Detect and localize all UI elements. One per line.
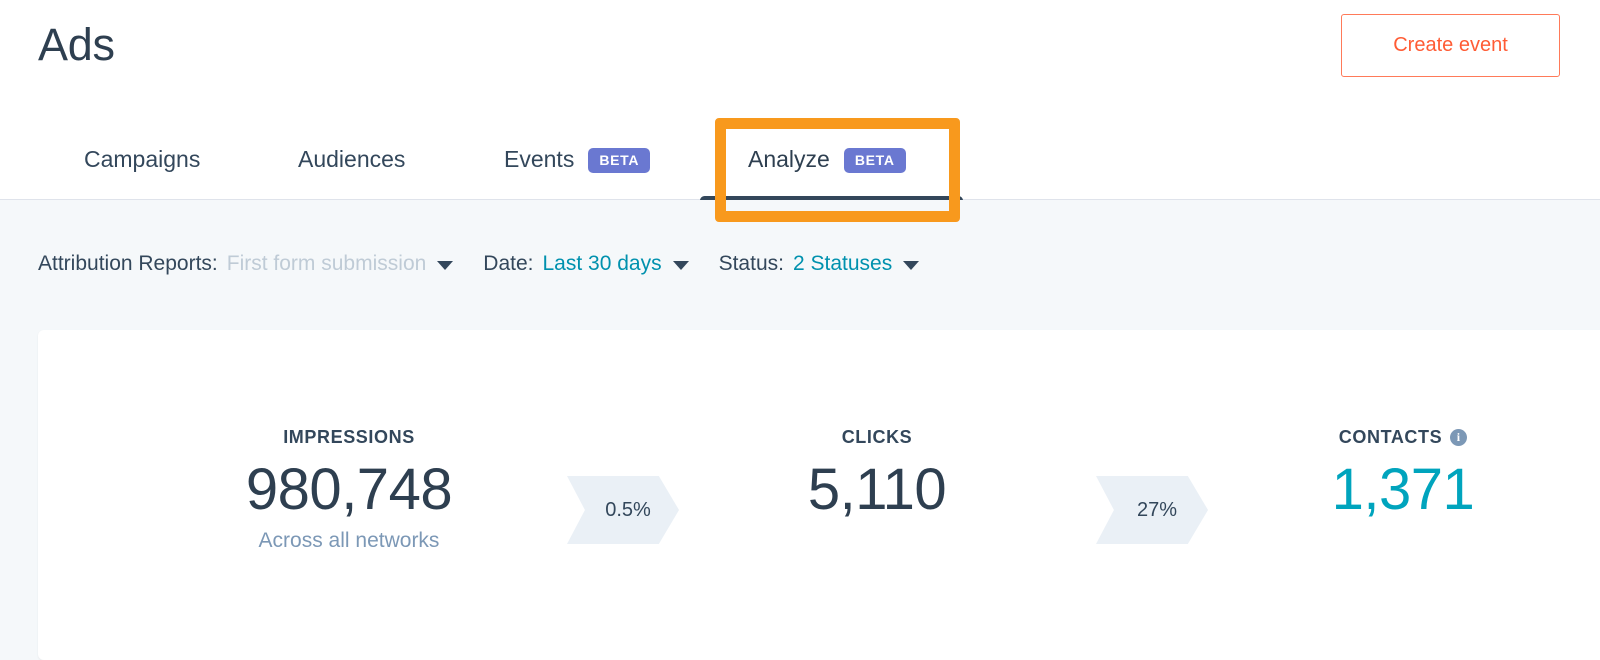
tab-campaigns[interactable]: Campaigns xyxy=(84,122,200,200)
filter-date-label: Date: xyxy=(483,252,533,276)
info-icon[interactable]: i xyxy=(1450,429,1467,446)
tab-events-label: Events xyxy=(504,145,574,174)
metric-clicks-value: 5,110 xyxy=(717,454,1037,526)
metric-contacts-label: CONTACTS i xyxy=(1243,426,1563,448)
page-title: Ads xyxy=(38,10,115,80)
filter-bar: Attribution Reports: First form submissi… xyxy=(0,200,1600,330)
metric-impressions-value: 980,748 xyxy=(189,454,509,526)
conversion-rate-chevron-impressions-to-clicks: 0.5% xyxy=(567,476,679,544)
filter-date-value[interactable]: Last 30 days xyxy=(543,252,662,276)
ads-analyze-page: Ads Create event Campaigns Audiences Eve… xyxy=(0,0,1600,613)
conversion-rate-chevron-clicks-to-contacts: 27% xyxy=(1096,476,1208,544)
filter-attribution-reports-label: Attribution Reports: xyxy=(38,252,218,276)
filter-date[interactable]: Date: Last 30 days xyxy=(483,252,688,276)
create-event-button[interactable]: Create event xyxy=(1341,14,1560,77)
filter-status-value[interactable]: 2 Statuses xyxy=(793,252,892,276)
tab-analyze[interactable]: Analyze BETA xyxy=(748,122,906,200)
metric-contacts: CONTACTS i 1,371 xyxy=(1243,426,1563,526)
beta-badge-analyze: BETA xyxy=(844,148,906,173)
metric-impressions-sublabel: Across all networks xyxy=(189,528,509,554)
tab-audiences-label: Audiences xyxy=(298,145,405,174)
beta-badge-events: BETA xyxy=(588,148,650,173)
chevron-down-icon-status[interactable] xyxy=(903,261,919,270)
chevron-down-icon-date[interactable] xyxy=(673,261,689,270)
filter-status-label: Status: xyxy=(719,252,784,276)
page-header: Ads Create event Campaigns Audiences Eve… xyxy=(0,0,1600,200)
metric-impressions: IMPRESSIONS 980,748 Across all networks xyxy=(189,426,509,554)
filter-attribution-reports[interactable]: Attribution Reports: First form submissi… xyxy=(38,252,453,276)
funnel-summary-card: IMPRESSIONS 980,748 Across all networks … xyxy=(38,330,1600,660)
filter-attribution-reports-value[interactable]: First form submission xyxy=(227,252,427,276)
tab-events[interactable]: Events BETA xyxy=(504,122,650,200)
filter-row: Attribution Reports: First form submissi… xyxy=(38,252,949,276)
filter-status[interactable]: Status: 2 Statuses xyxy=(719,252,920,276)
metric-clicks-label: CLICKS xyxy=(717,426,1037,448)
tab-audiences[interactable]: Audiences xyxy=(298,122,405,200)
funnel-metrics: IMPRESSIONS 980,748 Across all networks … xyxy=(38,426,1600,606)
tab-campaigns-label: Campaigns xyxy=(84,145,200,174)
metric-clicks: CLICKS 5,110 xyxy=(717,426,1037,526)
metric-contacts-value: 1,371 xyxy=(1243,454,1563,526)
metric-contacts-label-text: CONTACTS xyxy=(1339,426,1442,448)
tab-bar: Campaigns Audiences Events BETA Analyze … xyxy=(0,122,1600,200)
conversion-rate-value-1: 0.5% xyxy=(605,499,651,522)
tab-analyze-label: Analyze xyxy=(748,145,830,174)
chevron-down-icon-attribution[interactable] xyxy=(437,261,453,270)
metric-impressions-label: IMPRESSIONS xyxy=(189,426,509,448)
conversion-rate-value-2: 27% xyxy=(1137,499,1177,522)
